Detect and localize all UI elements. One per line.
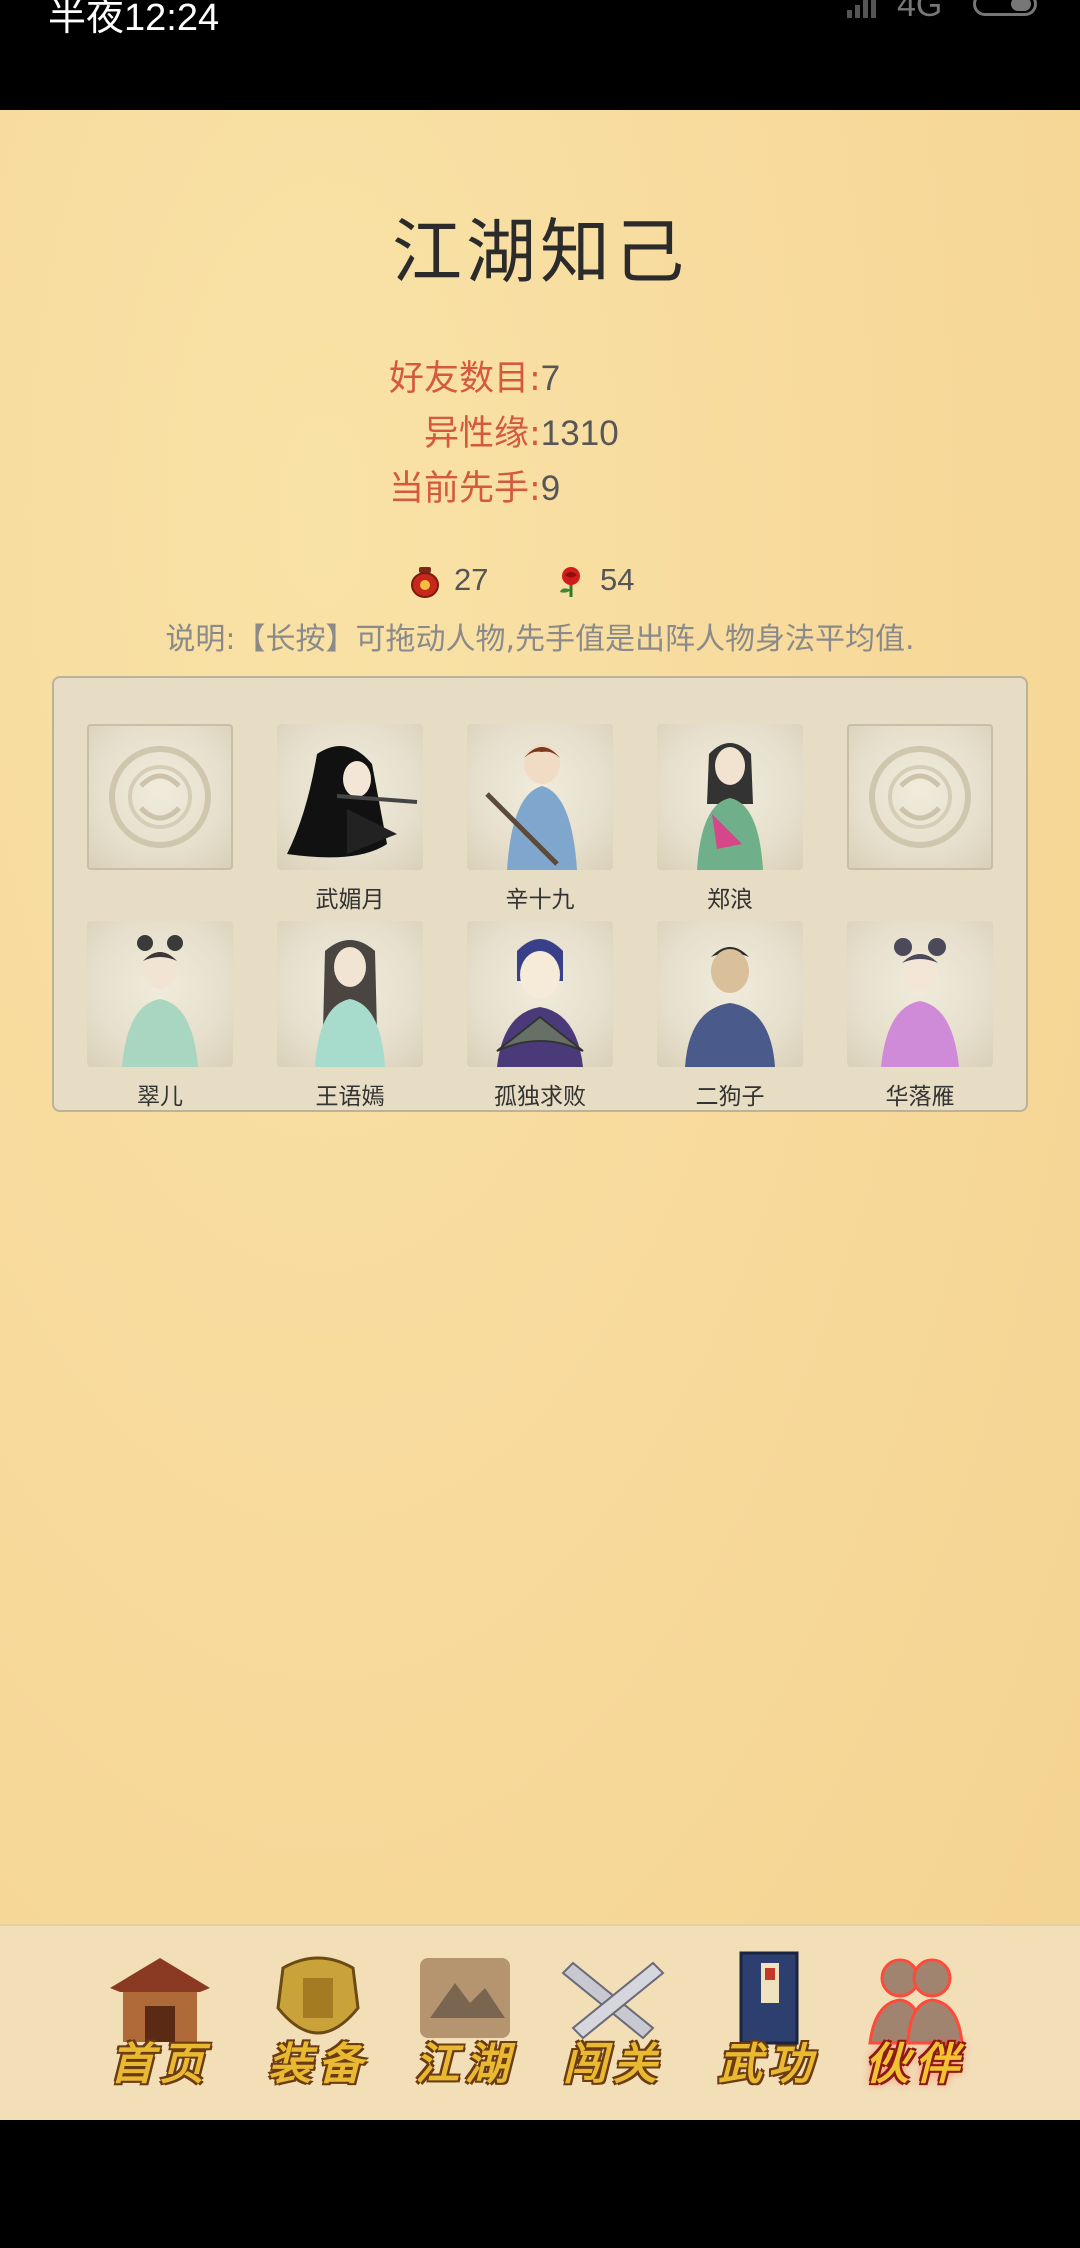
rose-resource: 54 xyxy=(556,562,634,598)
portrait-wang-yuyan xyxy=(277,921,423,1067)
tab-home[interactable]: 首页 xyxy=(95,1948,225,2098)
initiative-label: 当前先手: xyxy=(389,469,541,509)
battery-icon xyxy=(973,0,1037,16)
partner-card-5[interactable]: 华落雁 xyxy=(847,921,993,1110)
partner-panel: 武媚月 辛十九 郑浪 翠儿 王语嫣 孤独求败 二狗子 华落雁 xyxy=(52,676,1028,1112)
partner-name: 二狗子 xyxy=(695,1084,765,1110)
empty-slot-emblem-icon xyxy=(847,724,993,870)
partner-card-3[interactable]: 孤独求败 xyxy=(467,921,613,1110)
tab-label: 伙伴 xyxy=(865,2039,965,2090)
team-slot-4[interactable]: 郑浪 xyxy=(657,724,803,913)
romance-value: 1310 xyxy=(540,414,619,453)
friends-label: 好友数目: xyxy=(389,359,541,399)
tab-martial-arts[interactable]: 武功 xyxy=(703,1948,833,2098)
tab-label: 江湖 xyxy=(415,2039,515,2090)
team-slot-2[interactable]: 武媚月 xyxy=(277,724,423,913)
bottom-tab-bar: 首页 装备 江湖 闯关 武功 伙伴 xyxy=(0,1924,1080,2122)
slot-name: 武媚月 xyxy=(315,887,385,913)
initiative-value: 9 xyxy=(540,469,561,508)
slot-name xyxy=(87,880,233,910)
portrait-dugu-qiubai xyxy=(467,921,613,1067)
system-nav-bar xyxy=(0,2120,1080,2248)
portrait-wu-meiyue xyxy=(277,724,423,870)
slot-name: 辛十九 xyxy=(505,887,575,913)
signal-icon xyxy=(847,0,876,18)
tab-label: 闯关 xyxy=(563,2039,663,2090)
tab-label: 装备 xyxy=(268,2039,368,2090)
status-time: 半夜12:24 xyxy=(48,0,220,39)
friends-stat: 好友数目:7 xyxy=(389,350,560,401)
portrait-xin-shijiu xyxy=(467,724,613,870)
team-slot-3[interactable]: 辛十九 xyxy=(467,724,613,913)
portrait-cui-er xyxy=(87,921,233,1067)
portrait-zheng-lang xyxy=(657,724,803,870)
partner-card-1[interactable]: 翠儿 xyxy=(87,921,233,1110)
tab-label: 武功 xyxy=(718,2039,818,2090)
initiative-stat: 当前先手:9 xyxy=(389,460,560,511)
slot-name xyxy=(847,880,993,910)
partner-name: 王语嫣 xyxy=(315,1084,385,1110)
team-slot-1[interactable] xyxy=(87,724,233,910)
team-slot-5[interactable] xyxy=(847,724,993,910)
page-title: 江湖知己 xyxy=(392,211,688,293)
slot-name: 郑浪 xyxy=(707,887,753,913)
partners-page: 江湖知己 好友数目:7 异性缘:1310 当前先手:9 27 54 说明:【长按… xyxy=(0,110,1080,2120)
partner-card-4[interactable]: 二狗子 xyxy=(657,921,803,1110)
tab-challenge[interactable]: 闯关 xyxy=(548,1948,678,2098)
friends-value: 7 xyxy=(540,359,561,398)
tab-partners[interactable]: 伙伴 xyxy=(850,1948,980,2098)
partner-name: 孤独求败 xyxy=(494,1084,586,1110)
tab-equipment[interactable]: 装备 xyxy=(253,1948,383,2098)
wine-jar-icon xyxy=(411,566,439,598)
tab-jianghu[interactable]: 江湖 xyxy=(400,1948,530,2098)
partner-card-2[interactable]: 王语嫣 xyxy=(277,921,423,1110)
portrait-hua-luoyan xyxy=(847,921,993,1067)
partner-name: 翠儿 xyxy=(137,1084,183,1110)
partner-name: 华落雁 xyxy=(885,1084,955,1110)
empty-slot-emblem-icon xyxy=(87,724,233,870)
rose-icon xyxy=(560,566,580,597)
romance-label: 异性缘: xyxy=(424,414,541,454)
tab-label: 首页 xyxy=(110,2039,210,2090)
instructions-note: 说明:【长按】可拖动人物,先手值是出阵人物身法平均值. xyxy=(165,622,915,657)
wine-resource: 27 xyxy=(410,562,488,598)
rose-count: 54 xyxy=(600,562,635,597)
portrait-er-gouzi xyxy=(657,921,803,1067)
wine-count: 27 xyxy=(454,562,489,597)
status-bar: 半夜12:24 4G xyxy=(0,0,1080,110)
network-type: 4G xyxy=(897,0,943,24)
romance-stat: 异性缘:1310 xyxy=(424,405,619,456)
